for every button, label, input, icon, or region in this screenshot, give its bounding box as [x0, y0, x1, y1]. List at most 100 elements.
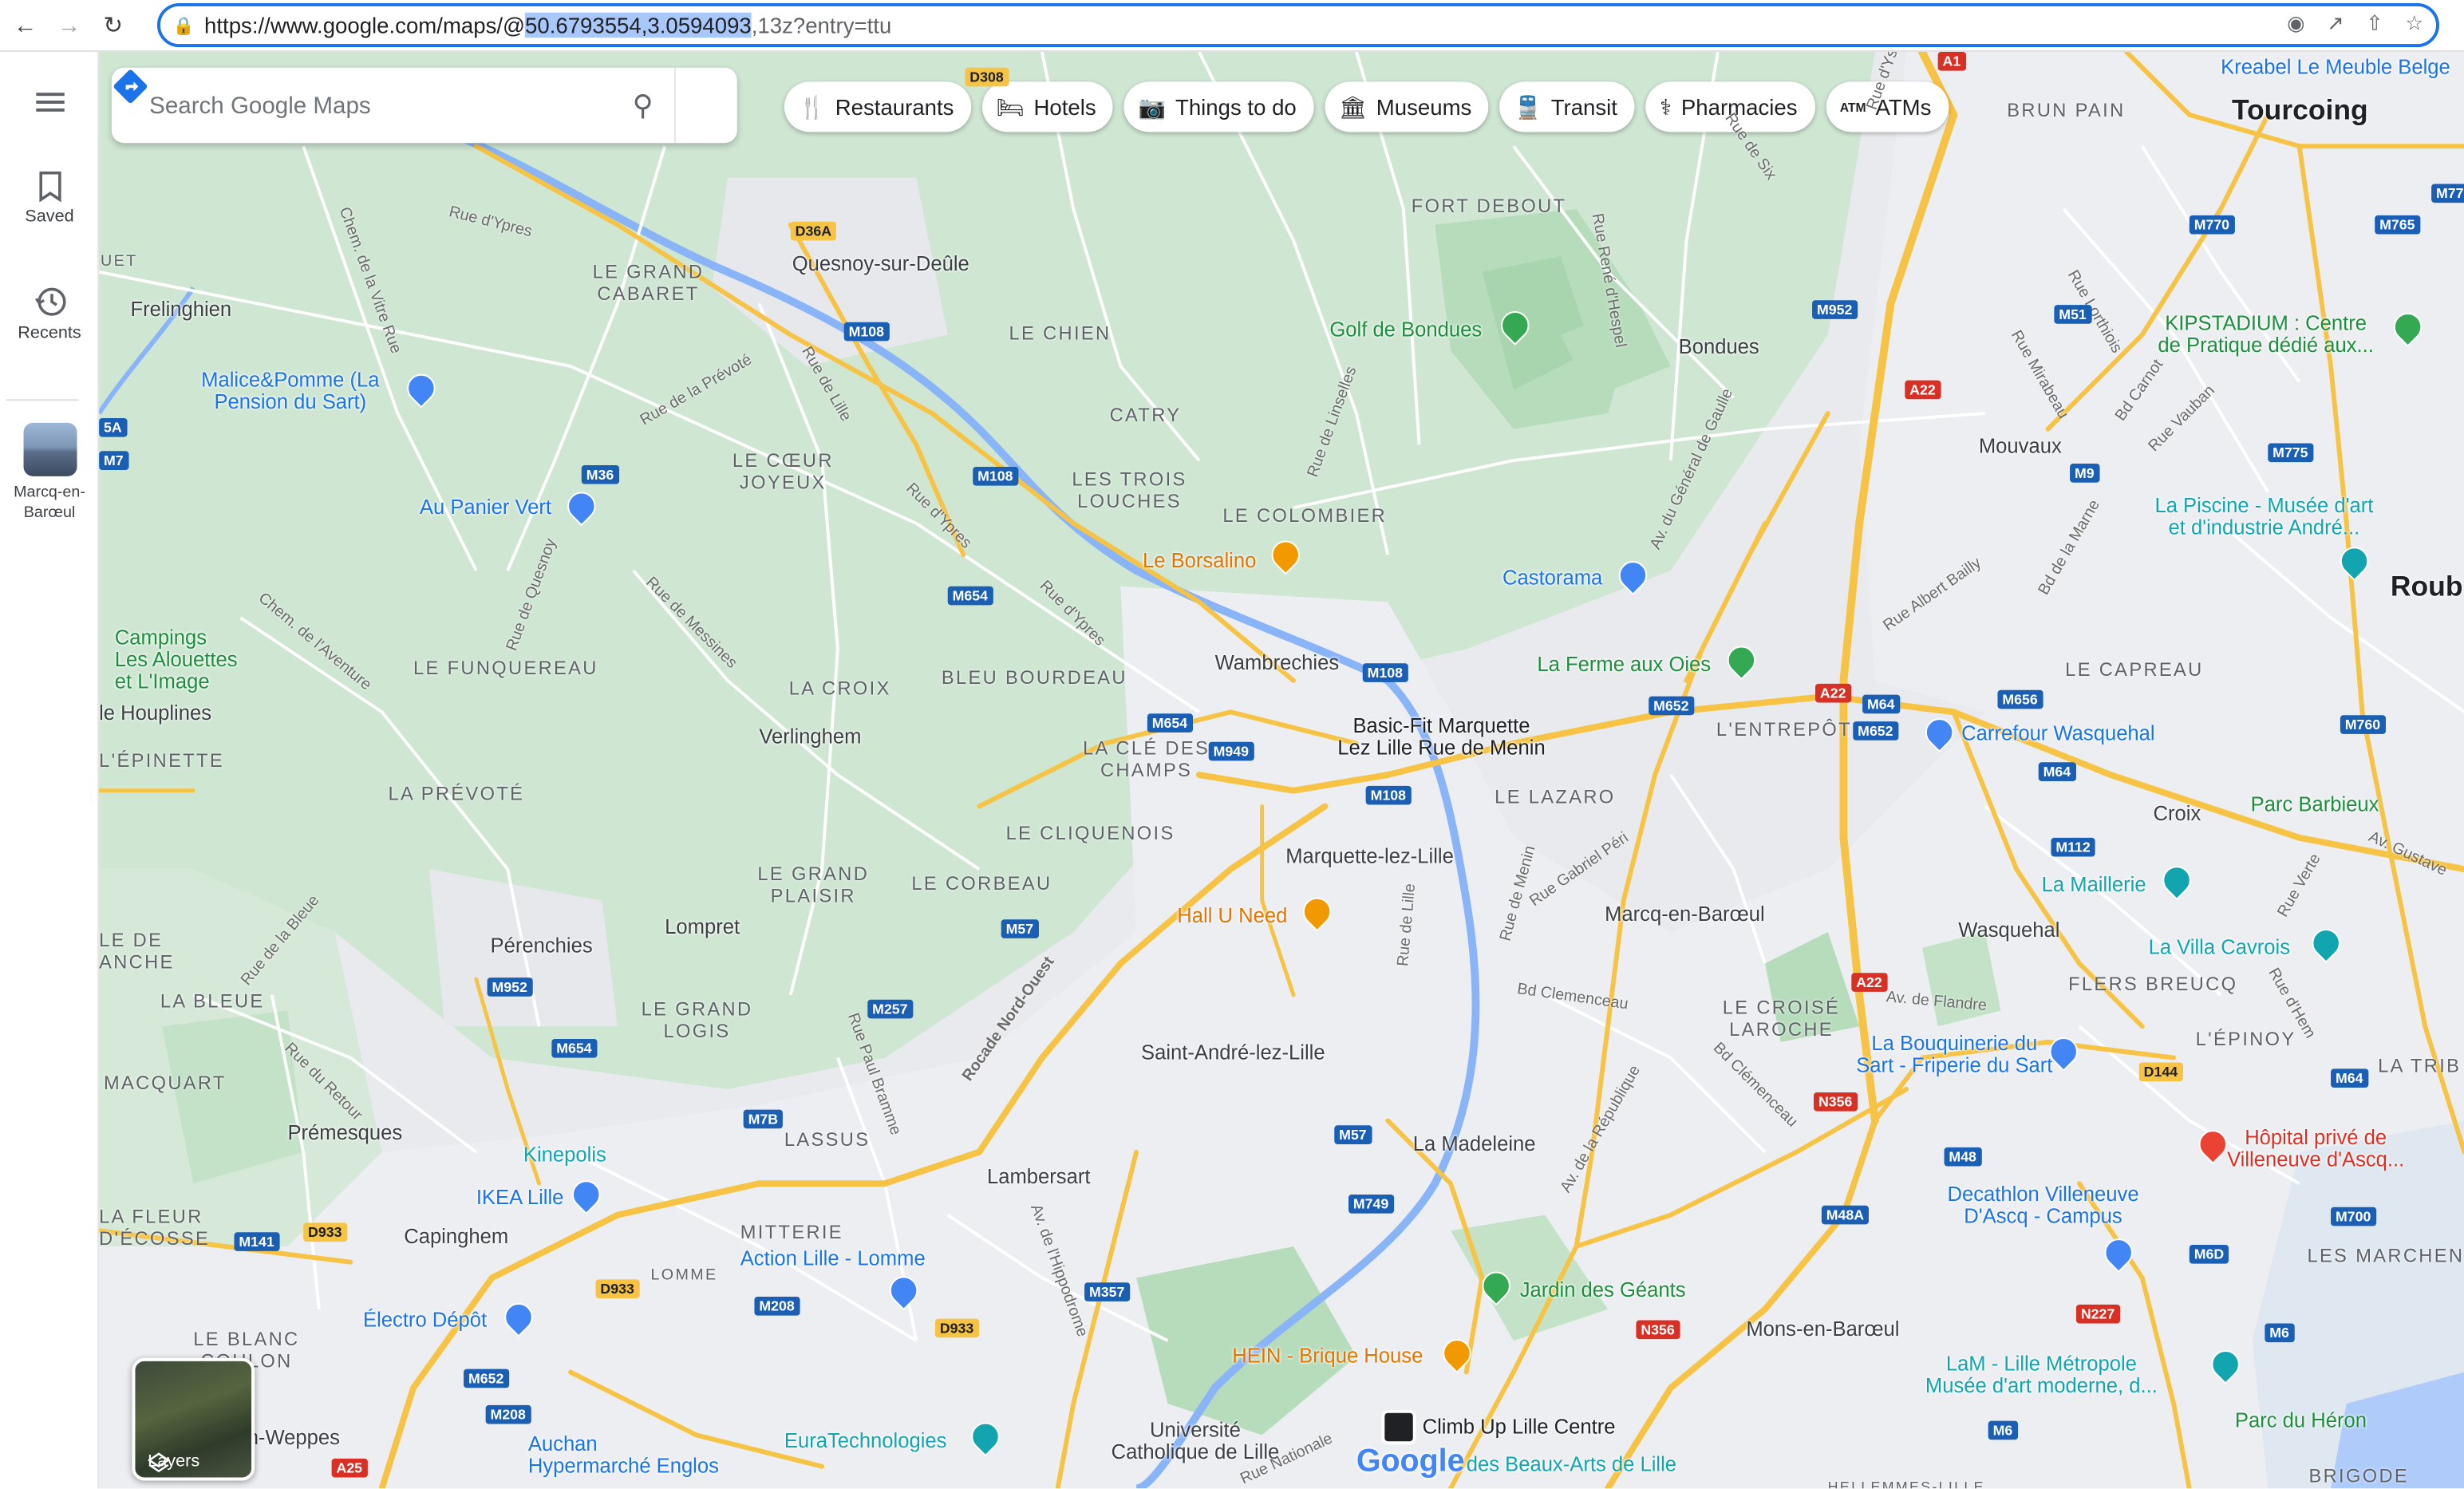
map-label-marcq[interactable]: Marcq-en-Barœul: [1605, 902, 1765, 926]
road-shield: M36: [581, 465, 619, 484]
back-arrow-icon[interactable]: ←: [6, 6, 44, 44]
url-text[interactable]: https://www.google.com/maps/@50.6793554,…: [204, 12, 891, 38]
poi-castorama[interactable]: Castorama: [1502, 567, 1602, 590]
label-line: KIPSTADIUM : Centre: [2165, 311, 2367, 335]
google-logo-text: Google: [1356, 1444, 1465, 1479]
poi-hein[interactable]: HEIN - Brique House: [1232, 1344, 1423, 1368]
poi-basic-fit[interactable]: Basic-Fit Marquette Lez Lille Rue de Meni…: [1337, 713, 1546, 760]
map-label-verlinghem[interactable]: Verlinghem: [759, 725, 861, 748]
chip-things-to-do[interactable]: 📷 Things to do: [1124, 81, 1314, 132]
map-label-croix[interactable]: Croix: [2153, 802, 2201, 826]
forward-arrow-icon[interactable]: →: [50, 6, 88, 44]
map-label-bondues[interactable]: Bondues: [1679, 335, 1759, 359]
recents-button[interactable]: Recents: [0, 285, 99, 343]
map-label-saint-andre[interactable]: Saint-André-lez-Lille: [1141, 1041, 1325, 1064]
poi-parc-heron[interactable]: Parc du Héron: [2235, 1409, 2367, 1432]
poi-la-bouquinerie[interactable]: La Bouquinerie du Sart - Friperie du Sart: [1856, 1032, 2052, 1076]
poi-hopital[interactable]: Hôpital privé de Villeneuve d'Ascq...: [2227, 1126, 2404, 1171]
map-label-mouvaux[interactable]: Mouvaux: [1979, 434, 2062, 458]
map-label-perenchies[interactable]: Pérenchies: [491, 934, 593, 958]
poi-kipstadium[interactable]: KIPSTADIUM : Centre de Pratique dédié aux…: [2158, 311, 2373, 357]
label-line: Lez Lille Rue de Menin: [1337, 735, 1546, 760]
open-in-app-icon[interactable]: ↗: [2327, 11, 2344, 37]
map-label-lambersart[interactable]: Lambersart: [987, 1165, 1091, 1189]
chip-transit[interactable]: 🚆 Transit: [1499, 81, 1635, 132]
map-label-tourcoing[interactable]: Tourcoing: [2232, 94, 2368, 127]
map-canvas[interactable]: Search Google Maps ⚲ 🍴 Restaurants 🛏 Hotel…: [99, 52, 2464, 1489]
location-blocked-icon[interactable]: ◉: [2287, 11, 2304, 37]
bookmark-star-icon[interactable]: ☆: [2405, 11, 2423, 37]
map-label-la-madeleine[interactable]: La Madeleine: [1413, 1132, 1536, 1155]
poi-la-villa-cavrois[interactable]: La Villa Cavrois: [2149, 935, 2290, 959]
menu-button[interactable]: [0, 89, 99, 119]
search-icon[interactable]: ⚲: [611, 89, 674, 121]
road-shield: M208: [485, 1404, 531, 1424]
poi-jardin-geants[interactable]: Jardin des Géants: [1520, 1278, 1686, 1301]
chip-restaurants[interactable]: 🍴 Restaurants: [784, 81, 972, 132]
saved-button[interactable]: Saved: [0, 171, 99, 227]
map-label-mons[interactable]: Mons-en-Barœul: [1746, 1317, 1899, 1341]
recent-place-marcq[interactable]: Marcq-en-Barœul: [0, 422, 99, 523]
poi-hall-u-need[interactable]: Hall U Need: [1177, 904, 1287, 928]
chip-museums[interactable]: 🏛 Museums: [1325, 81, 1490, 132]
map-label-roubaix[interactable]: Roub: [2391, 571, 2463, 603]
address-bar[interactable]: 🔒 https://www.google.com/maps/@50.679355…: [156, 2, 2439, 48]
poi-malice-pomme[interactable]: Malice&Pomme (La Pension du Sart): [201, 369, 379, 413]
label-line: LE CROISÉ: [1722, 996, 1841, 1019]
map-label-capinghem[interactable]: Capinghem: [404, 1224, 508, 1248]
map-label-quesnoy[interactable]: Quesnoy-sur-Deûle: [792, 251, 969, 275]
climb-up-icon[interactable]: [1381, 1409, 1416, 1445]
poi-la-maillerie[interactable]: La Maillerie: [2042, 872, 2146, 896]
poi-kinepolis[interactable]: Kinepolis: [523, 1143, 606, 1167]
poi-au-panier-vert[interactable]: Au Panier Vert: [420, 496, 551, 519]
map-label-la-cle-des-champs: LA CLÉ DES CHAMPS: [1083, 737, 1210, 781]
poi-electro-depot[interactable]: Électro Dépôt: [363, 1309, 487, 1332]
map-label-brun-pain: BRUN PAIN: [2007, 99, 2126, 121]
directions-button[interactable]: [113, 67, 737, 144]
share-icon[interactable]: ⇧: [2366, 11, 2383, 37]
label-line: Campings: [114, 625, 207, 650]
poi-la-ferme[interactable]: La Ferme aux Oies: [1537, 653, 1711, 676]
recents-label: Recents: [18, 323, 81, 343]
chip-hotels[interactable]: 🛏 Hotels: [981, 81, 1114, 132]
poi-parc-barbieux[interactable]: Parc Barbieux: [2251, 793, 2379, 816]
label-line: LE GRAND: [641, 997, 753, 1021]
poi-auchan[interactable]: Auchan Hypermarché Englos: [528, 1432, 719, 1477]
road-shield: M6: [2265, 1323, 2294, 1343]
poi-ikea[interactable]: IKEA Lille: [476, 1186, 564, 1209]
poi-beaux-arts[interactable]: des Beaux-Arts de Lille: [1467, 1452, 1676, 1476]
poi-carrefour[interactable]: Carrefour Wasquehal: [1961, 722, 2154, 745]
poi-kreabel[interactable]: Kreabel Le Meuble Belge: [2221, 56, 2450, 79]
map-label-le-capreau: LE CAPREAU: [2065, 658, 2204, 681]
pharmacy-icon: ⚕: [1660, 93, 1672, 119]
layers-button[interactable]: Layers: [132, 1357, 255, 1481]
map-label-wambrechies[interactable]: Wambrechies: [1215, 650, 1340, 674]
map-label-lompret[interactable]: Lompret: [665, 914, 740, 938]
map-label-frelinghien[interactable]: Frelinghien: [130, 297, 231, 321]
label-line: D'ÉCOSSE: [99, 1227, 211, 1250]
map-label-wasquehal[interactable]: Wasquehal: [1958, 918, 2059, 942]
poi-euratech[interactable]: EuraTechnologies: [784, 1428, 947, 1452]
poi-universite[interactable]: Université Catholique de Lille: [1112, 1419, 1280, 1463]
poi-action[interactable]: Action Lille - Lomme: [740, 1247, 926, 1270]
search-box[interactable]: Search Google Maps ⚲: [111, 67, 737, 144]
reload-icon[interactable]: ↻: [94, 6, 132, 44]
poi-golf-bondues[interactable]: Golf de Bondues: [1329, 318, 1482, 342]
road-shield: D308: [965, 67, 1009, 87]
map-label-lassus: LASSUS: [784, 1128, 871, 1151]
left-rail: Saved Recents Marcq-en-Barœul: [0, 52, 100, 1489]
map-label-houplines[interactable]: le Houplines: [99, 701, 211, 725]
label-line: Basic-Fit Marquette: [1352, 713, 1530, 737]
poi-campings[interactable]: Campings Les Alouettes et L'Image: [114, 625, 238, 693]
chip-label: Restaurants: [835, 94, 954, 120]
road-shield: D144: [2138, 1062, 2182, 1082]
poi-lam[interactable]: LaM - Lille Métropole Musée d'art moderne…: [1925, 1353, 2158, 1397]
search-input[interactable]: Search Google Maps: [149, 92, 611, 118]
poi-la-piscine[interactable]: La Piscine - Musée d'art et d'industrie A…: [2154, 494, 2373, 539]
poi-climb-up[interactable]: Climb Up Lille Centre: [1423, 1416, 1616, 1439]
poi-decathlon[interactable]: Decathlon Villeneuve D'Ascq - Campus: [1947, 1183, 2138, 1227]
poi-le-borsalino[interactable]: Le Borsalino: [1143, 548, 1256, 572]
browser-toolbar: ← → ↻ 🔒 https://www.google.com/maps/@50.…: [0, 0, 2464, 53]
map-label-marquette[interactable]: Marquette-lez-Lille: [1285, 844, 1454, 868]
map-label-premesques[interactable]: Prémesques: [287, 1120, 402, 1144]
